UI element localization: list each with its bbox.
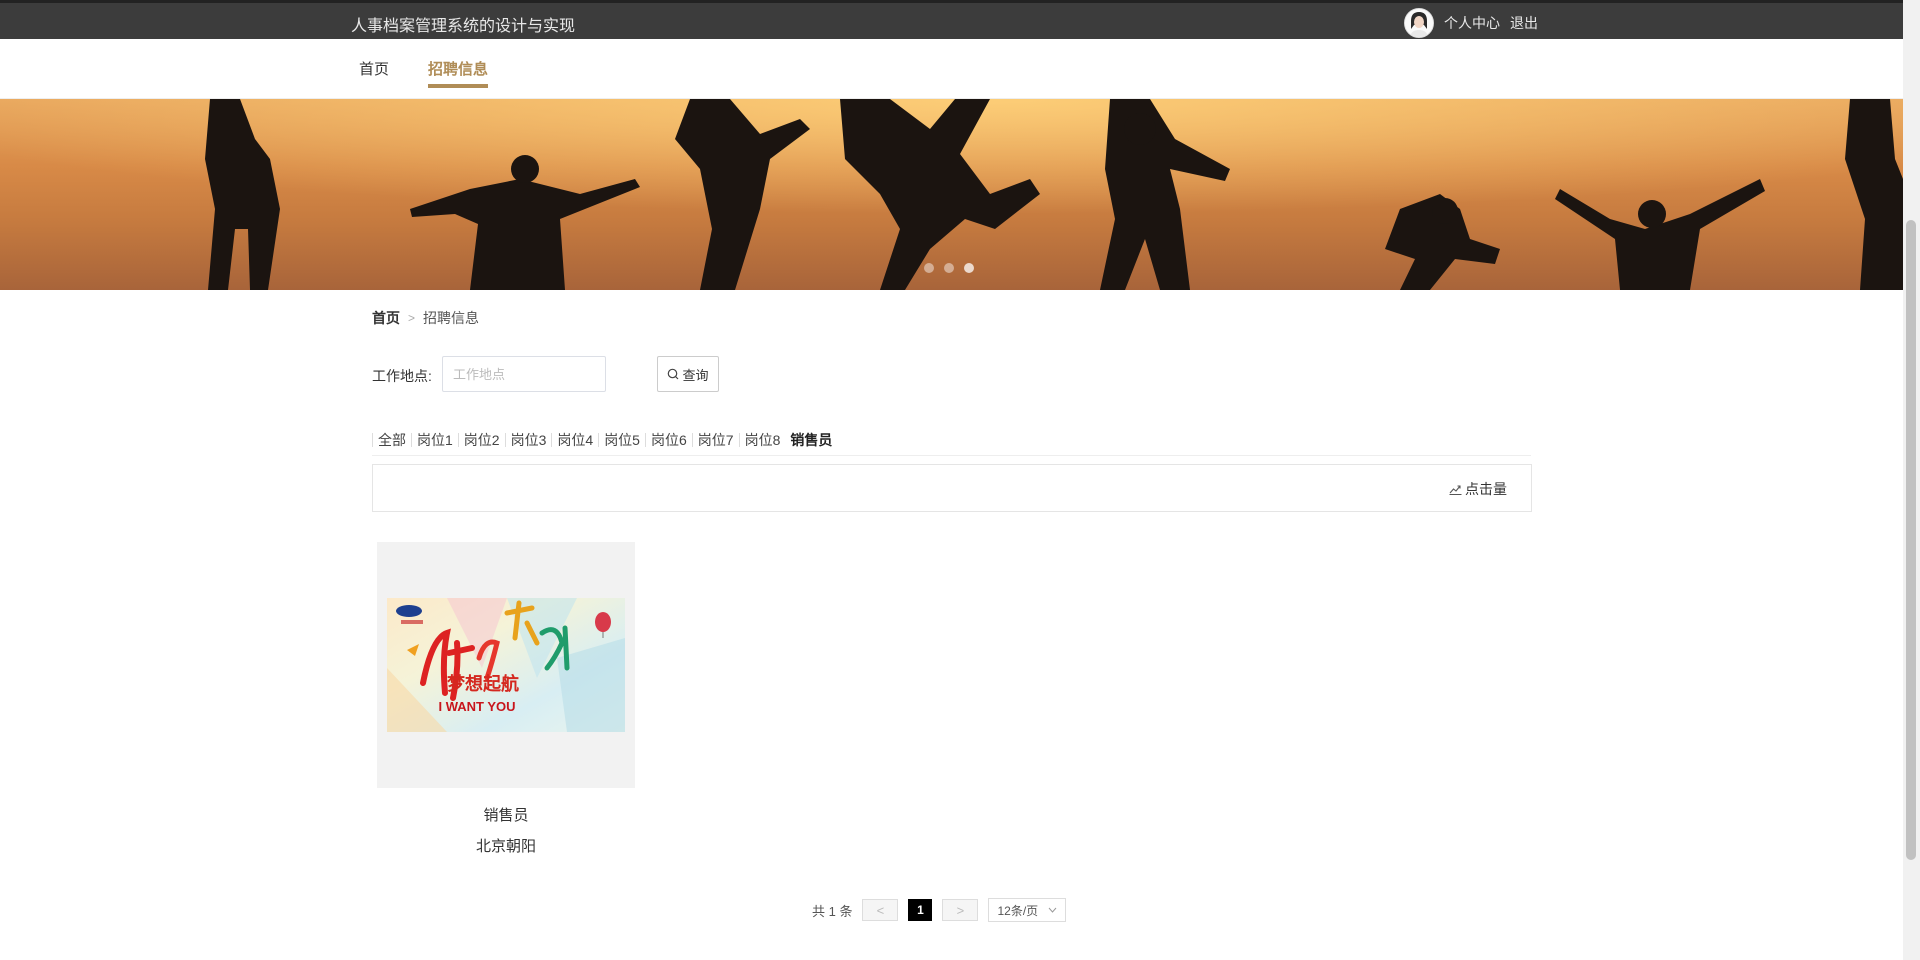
pagination: 共 1 条 < 1 > 12条/页: [812, 898, 1067, 922]
category-tab[interactable]: 岗位3: [504, 433, 552, 447]
breadcrumb-separator: >: [408, 311, 416, 325]
recruitment-poster-image: 梦想起航 I WANT YOU: [387, 598, 625, 732]
chevron-down-icon: [1049, 907, 1057, 913]
category-tab[interactable]: 岗位5: [598, 433, 645, 447]
page-scrollbar-thumb[interactable]: [1906, 220, 1916, 860]
svg-text:梦想起航: 梦想起航: [447, 673, 519, 694]
breadcrumb-home[interactable]: 首页: [372, 308, 400, 328]
breadcrumb-current: 招聘信息: [423, 310, 480, 326]
nav-recruitment[interactable]: 招聘信息: [428, 58, 489, 88]
top-bar: 人事档案管理系统的设计与实现 个人中心 退出: [0, 0, 1903, 39]
banner-carousel[interactable]: [0, 99, 1903, 290]
carousel-dot[interactable]: [924, 263, 934, 273]
main-nav: 首页 招聘信息: [0, 39, 1903, 99]
logout-link[interactable]: 退出: [1510, 13, 1538, 33]
breadcrumb: 首页 > 招聘信息: [372, 308, 479, 328]
location-label: 工作地点:: [372, 368, 432, 384]
search-icon: [668, 368, 679, 380]
nav-home[interactable]: 首页: [359, 58, 389, 79]
carousel-dots: [924, 263, 974, 273]
search-button-label: 查询: [682, 367, 709, 383]
sort-by-clicks-button[interactable]: 点击量: [1449, 479, 1507, 499]
job-card-image[interactable]: 梦想起航 I WANT YOU: [377, 542, 635, 788]
search-button[interactable]: 查询: [657, 356, 719, 392]
next-page-button[interactable]: >: [942, 899, 979, 921]
location-input[interactable]: [442, 356, 606, 392]
category-tab[interactable]: 岗位8: [738, 433, 786, 447]
user-area: 个人中心 退出: [1404, 8, 1538, 38]
category-tab[interactable]: 岗位7: [691, 433, 739, 447]
banner-image: [0, 99, 1903, 290]
category-tab[interactable]: 全部: [372, 433, 411, 447]
category-tab[interactable]: 岗位6: [644, 433, 692, 447]
prev-page-button[interactable]: <: [862, 899, 899, 921]
category-tab-active[interactable]: 销售员: [785, 433, 837, 447]
category-tab[interactable]: 岗位2: [457, 433, 505, 447]
category-tab[interactable]: 岗位1: [411, 433, 458, 447]
job-title[interactable]: 销售员: [377, 804, 635, 825]
personal-center-link[interactable]: 个人中心: [1444, 13, 1500, 33]
category-tab[interactable]: 岗位4: [551, 433, 598, 447]
avatar[interactable]: [1404, 8, 1434, 38]
job-card[interactable]: 梦想起航 I WANT YOU 销售员 北京朝阳: [377, 542, 635, 856]
page-size-value: 12条/页: [997, 903, 1039, 918]
sort-label: 点击量: [1465, 481, 1507, 497]
sort-bar: 点击量: [372, 464, 1532, 512]
category-tabs: 全部 岗位1 岗位2 岗位3 岗位4 岗位5 岗位6 岗位7 岗位8 销售员: [372, 425, 1531, 456]
pagination-total: 共 1 条: [812, 903, 853, 919]
page-size-select[interactable]: 12条/页: [988, 898, 1067, 922]
page-number-current[interactable]: 1: [908, 899, 933, 921]
user-avatar-icon: [1405, 9, 1433, 37]
carousel-dot[interactable]: [944, 263, 954, 273]
system-title: 人事档案管理系统的设计与实现: [351, 18, 576, 35]
job-location: 北京朝阳: [475, 838, 536, 855]
carousel-dot[interactable]: [964, 263, 974, 273]
svg-text:I WANT YOU: I WANT YOU: [438, 699, 515, 714]
trend-chart-icon: [1449, 484, 1462, 495]
